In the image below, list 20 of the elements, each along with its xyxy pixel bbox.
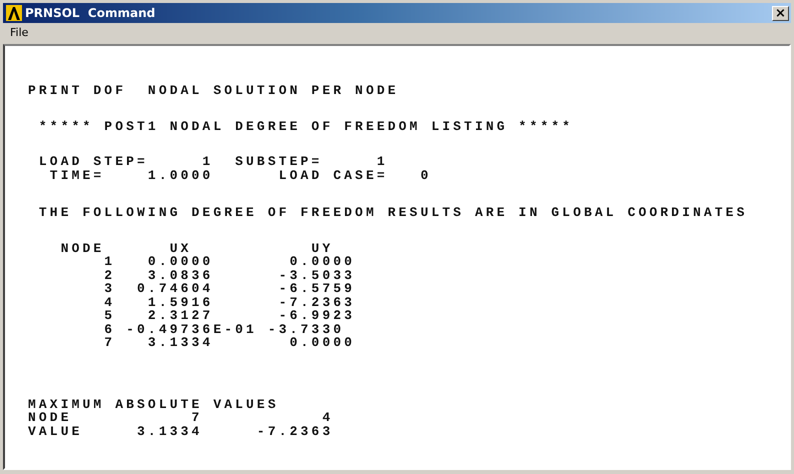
logo-icon (6, 5, 22, 21)
output-line: 4 1.5916 -7.2363 (103, 296, 356, 309)
output-line: ***** POST1 NODAL DEGREE OF FREEDOM LISTING ***** (38, 120, 574, 133)
output-line: 2 3.0836 -3.5033 (103, 268, 356, 282)
output-line: LOAD STEP= 1 SUBSTEP= 1 (38, 155, 389, 168)
output-line: MAXIMUM ABSOLUTE VALUES (28, 398, 280, 411)
menu-item[interactable]: File (7, 26, 32, 38)
output-line: NODE UX UY (60, 242, 334, 255)
output-line: 5 2.3127 -6.9923 (103, 309, 356, 322)
output-line: 7 3.1334 0.0000 (103, 336, 356, 350)
output-line: TIME= 1.0000 LOAD CASE= 0 (48, 168, 432, 182)
output-line: VALUE 3.1334 -7.2363 (28, 424, 334, 438)
output-line: PRINT DOF NODAL SOLUTION PER NODE (28, 84, 400, 98)
output-line: 6 -0.49736E-01 -3.7330 (103, 322, 346, 336)
close-button[interactable]: × (772, 6, 789, 20)
output-line: THE FOLLOWING DEGREE OF FREEDOM RESULTS ARE IN GLOBAL COORDINATES (38, 206, 748, 220)
window-title: PRNSOL Command (25, 6, 156, 20)
output-line: 3 0.74604 -6.5759 (103, 282, 356, 296)
output-line: 1 0.0000 0.0000 (103, 255, 356, 268)
output-line: NODE 7 4 (28, 411, 334, 424)
